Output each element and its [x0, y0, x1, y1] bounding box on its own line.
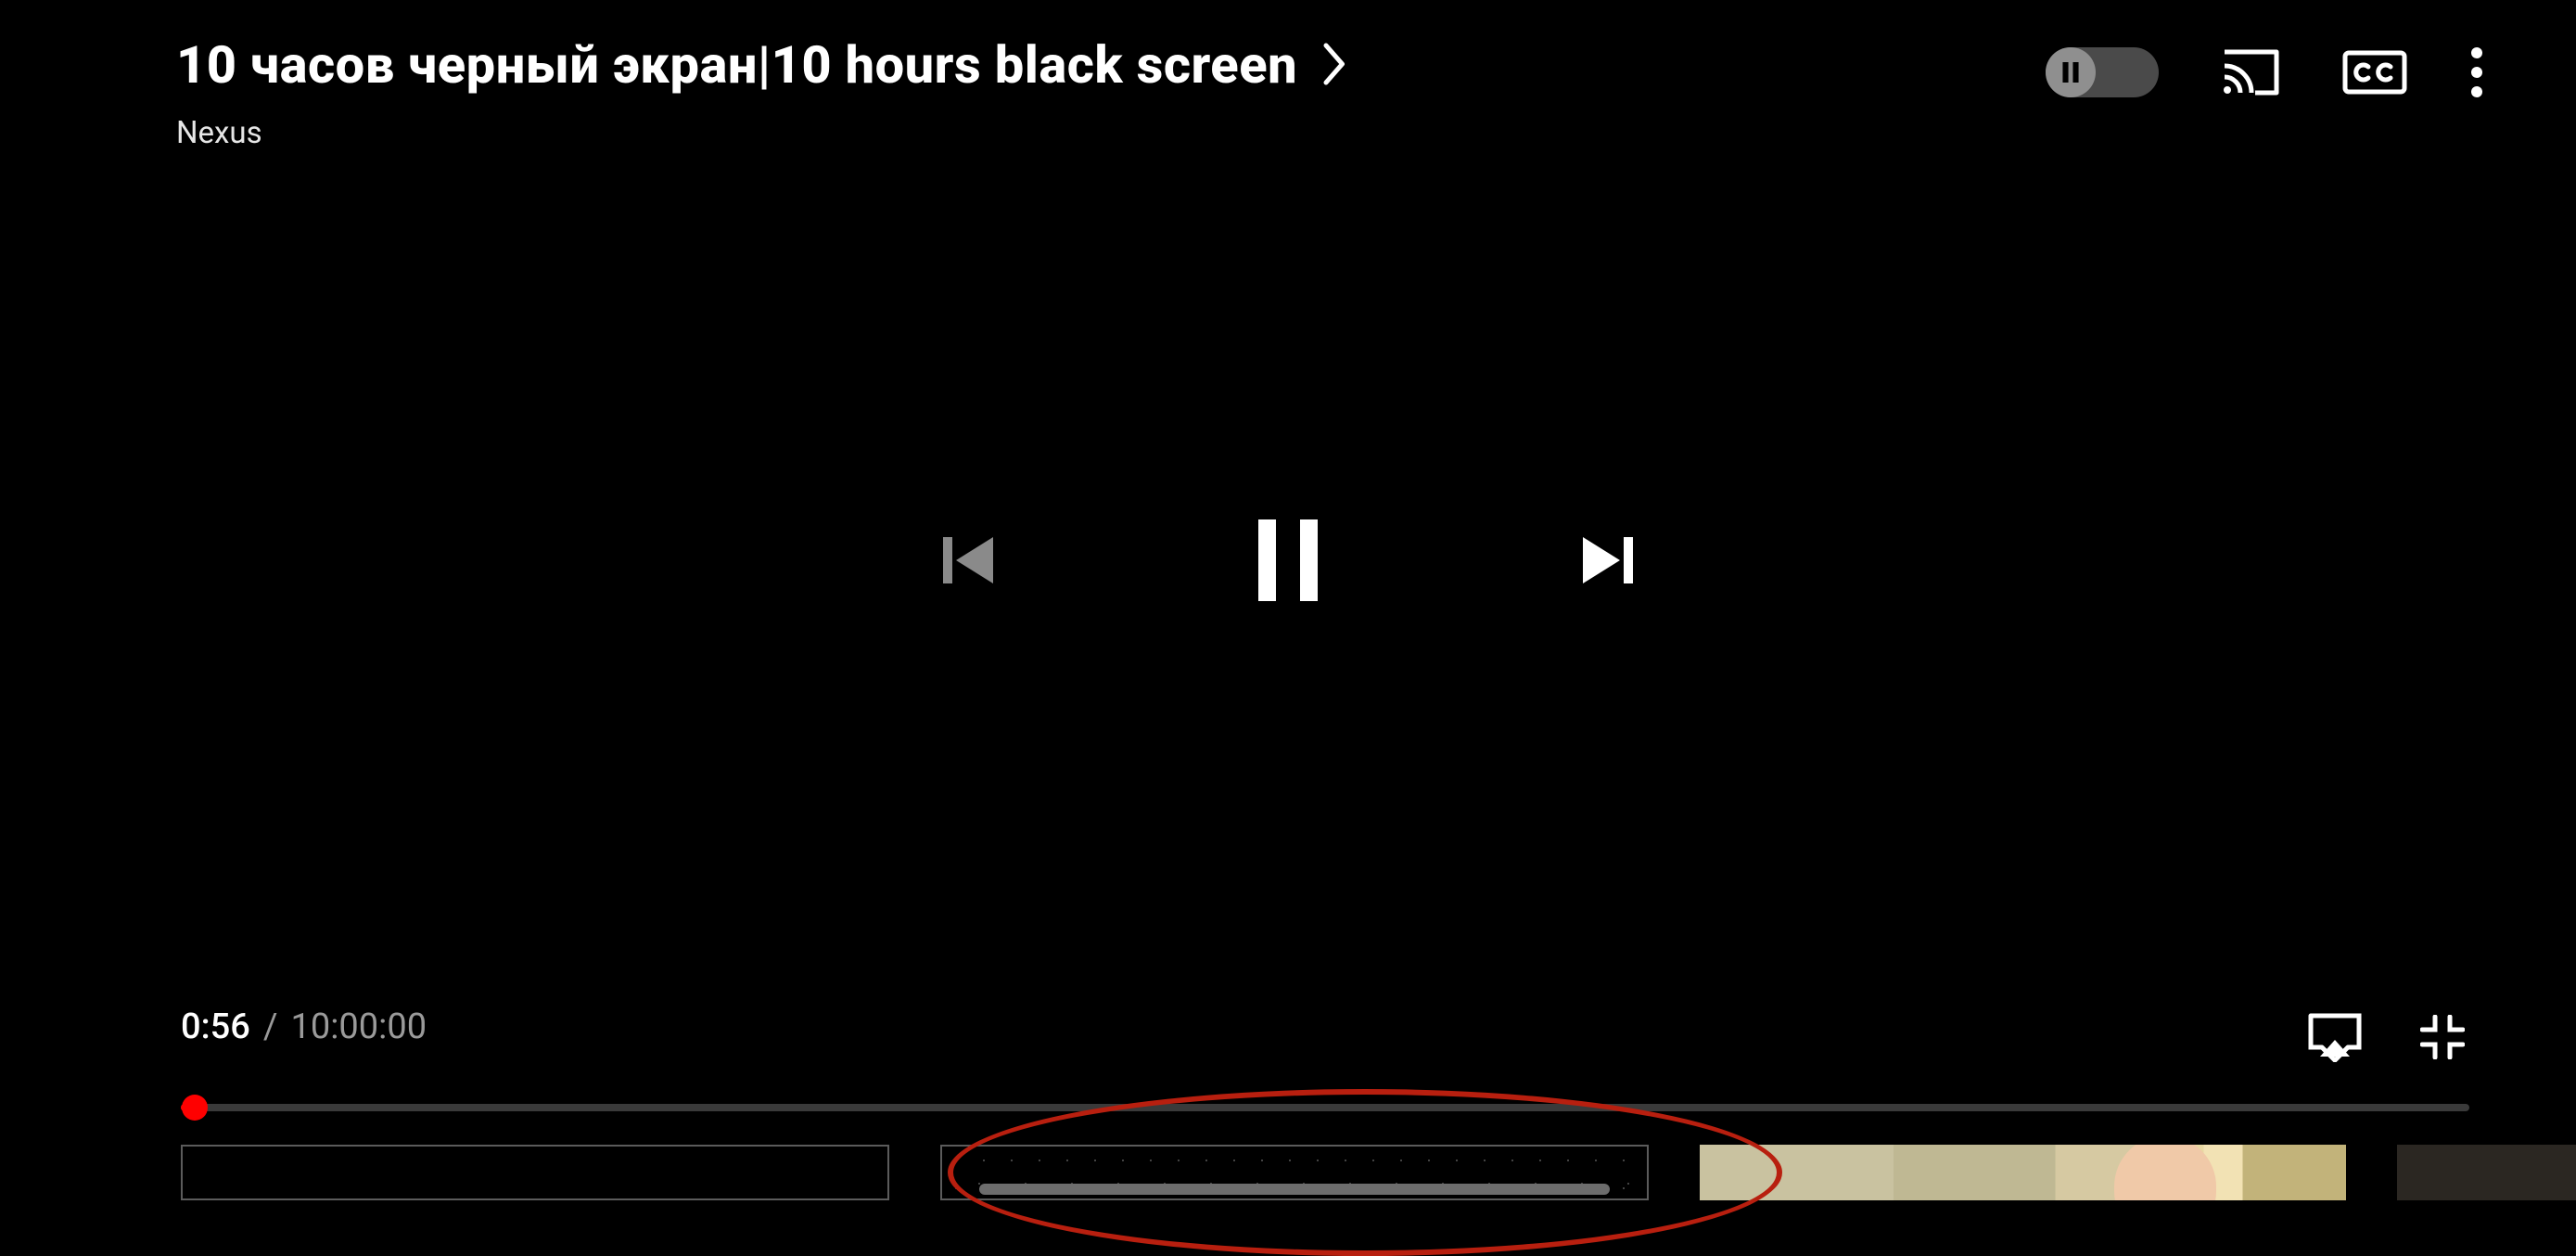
- suggested-thumbnail[interactable]: [181, 1145, 889, 1200]
- pause-bar-right: [1300, 519, 1318, 601]
- autoplay-knob-pause-icon: [2046, 47, 2096, 97]
- pause-button[interactable]: [1258, 519, 1318, 601]
- video-title: 10 часов черный экран|10 hours black scr…: [176, 37, 1297, 95]
- thumbnail-progress: [979, 1184, 1610, 1195]
- total-time: 10:00:00: [291, 1006, 427, 1047]
- closed-captions-icon[interactable]: [2342, 50, 2407, 95]
- next-button[interactable]: [1577, 532, 1635, 589]
- title-block: 10 часов черный экран|10 hours black scr…: [176, 37, 1349, 151]
- suggested-videos-strip[interactable]: [181, 1145, 2576, 1200]
- pause-bar-left: [1258, 519, 1276, 601]
- thumbnail-face: [2114, 1145, 2216, 1200]
- channel-name[interactable]: Nexus: [176, 115, 1349, 151]
- title-row[interactable]: 10 часов черный экран|10 hours black scr…: [176, 37, 1349, 95]
- center-playback-controls: [941, 519, 1635, 601]
- bottom-right-controls: [2305, 1012, 2465, 1066]
- cast-icon[interactable]: [2222, 49, 2279, 96]
- exit-fullscreen-icon[interactable]: [2420, 1015, 2465, 1063]
- time-separator: /: [263, 1006, 278, 1047]
- seek-bar[interactable]: [181, 1104, 2469, 1111]
- suggested-thumbnail[interactable]: [1700, 1145, 2345, 1200]
- suggested-thumbnail[interactable]: [2397, 1145, 2576, 1200]
- header-controls: [2046, 46, 2483, 98]
- suggested-thumbnail[interactable]: [940, 1145, 1649, 1200]
- autoplay-toggle[interactable]: [2046, 47, 2159, 97]
- chevron-right-icon: [1321, 41, 1349, 91]
- airplay-icon[interactable]: [2305, 1012, 2365, 1066]
- current-time: 0:56: [181, 1006, 250, 1047]
- player-header: 10 часов черный экран|10 hours black scr…: [176, 37, 2483, 151]
- time-display: 0:56 / 10:00:00: [181, 1006, 427, 1047]
- seek-handle[interactable]: [182, 1095, 208, 1121]
- more-vertical-icon[interactable]: [2470, 46, 2483, 98]
- previous-button[interactable]: [941, 532, 999, 589]
